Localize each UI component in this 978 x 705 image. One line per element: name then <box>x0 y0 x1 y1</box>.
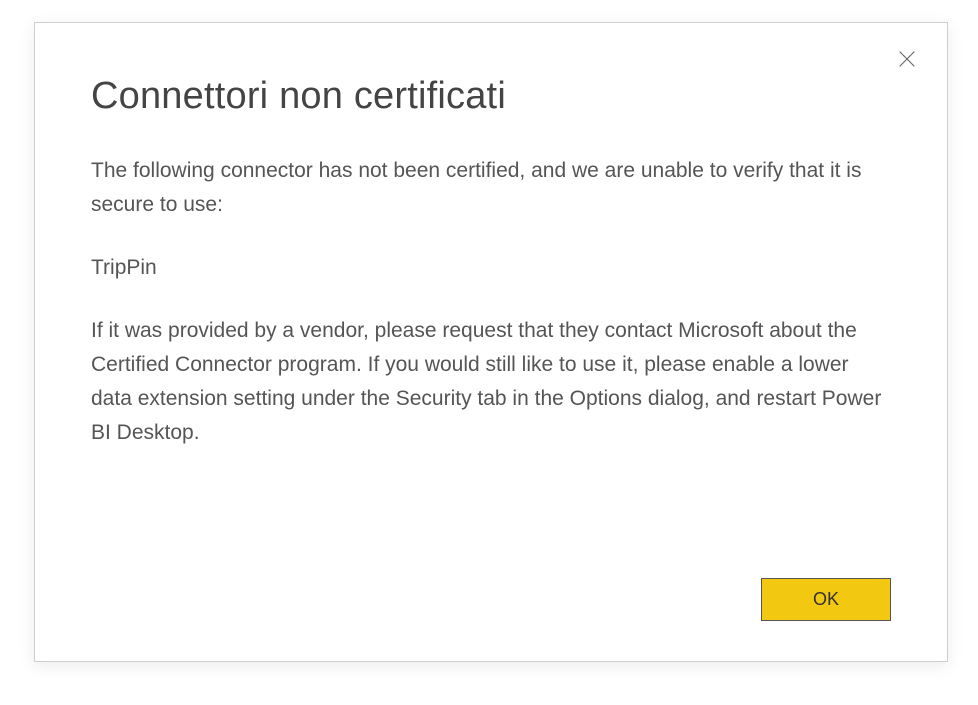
dialog-footer: OK <box>761 578 891 621</box>
connector-name: TripPin <box>91 256 891 280</box>
dialog-title: Connettori non certificati <box>91 75 891 118</box>
dialog-intro-text: The following connector has not been cer… <box>91 154 891 222</box>
dialog-detail-text: If it was provided by a vendor, please r… <box>91 314 891 450</box>
uncertified-connectors-dialog: Connettori non certificati The following… <box>34 22 948 662</box>
close-icon <box>896 48 918 70</box>
ok-button[interactable]: OK <box>761 578 891 621</box>
close-button[interactable] <box>893 45 921 73</box>
